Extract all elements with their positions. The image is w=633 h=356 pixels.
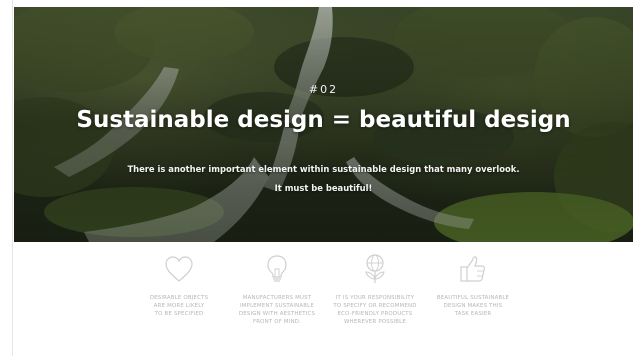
feature-caption: BEAUTIFUL SUSTAINABLE DESIGN MAKES THIS … — [436, 295, 510, 317]
feature-caption: IT IS YOUR RESPONSIBILITY TO SPECIFY OR … — [333, 295, 417, 325]
intro-text-line-2: It must be beautiful! — [274, 183, 373, 193]
slide-page: #02 Sustainable design = beautiful desig… — [0, 0, 633, 356]
feature-row: DESIRABLE OBJECTS ARE MORE LIKELY TO BE … — [134, 252, 534, 352]
lightbulb-icon — [267, 255, 287, 282]
feature-item: MANUFACTURERS MUST IMPLEMENT SUSTAINABLE… — [232, 252, 322, 326]
hero-content: #02 Sustainable design = beautiful desig… — [14, 7, 633, 242]
page-title: Sustainable design = beautiful design — [76, 107, 571, 133]
feature-caption: MANUFACTURERS MUST IMPLEMENT SUSTAINABLE… — [238, 295, 316, 325]
feature-item: BEAUTIFUL SUSTAINABLE DESIGN MAKES THIS … — [428, 252, 518, 318]
feature-item: DESIRABLE OBJECTS ARE MORE LIKELY TO BE … — [134, 252, 224, 318]
hero-banner: #02 Sustainable design = beautiful desig… — [14, 7, 633, 242]
thumbs-up-icon — [460, 256, 485, 282]
globe-plant-icon — [365, 254, 385, 283]
intro-text-line-1: There is another important element withi… — [127, 164, 520, 174]
feature-caption: DESIRABLE OBJECTS ARE MORE LIKELY TO BE … — [149, 295, 209, 317]
heart-icon — [165, 256, 193, 282]
left-divider — [12, 0, 13, 356]
feature-item: IT IS YOUR RESPONSIBILITY TO SPECIFY OR … — [330, 252, 420, 326]
section-number: #02 — [308, 83, 339, 96]
